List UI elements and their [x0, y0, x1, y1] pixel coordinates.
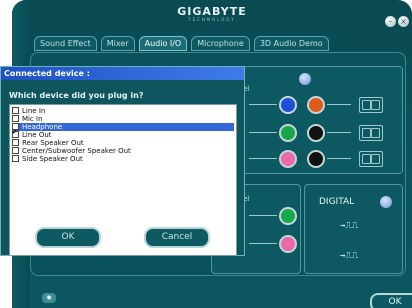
tab-sound-effect[interactable]: Sound Effect — [34, 36, 97, 51]
list-item-center-subwoofer-out[interactable]: Center/Subwoofer Speaker Out — [12, 146, 234, 155]
checkbox[interactable] — [12, 138, 19, 146]
ok-button[interactable]: OK — [370, 293, 412, 308]
jack-blue-icon[interactable] — [279, 96, 297, 114]
dialog-cancel-button[interactable]: Cancel — [144, 227, 210, 248]
item-label: Line Out — [22, 131, 52, 139]
dialog-ok-button[interactable]: OK — [35, 227, 101, 248]
digital-optical-icon: →⎍⎍ — [340, 251, 359, 261]
tab-audio-io[interactable]: Audio I/O — [138, 36, 188, 51]
jack-green-icon[interactable] — [279, 124, 297, 142]
list-item-rear-speaker-out[interactable]: Rear Speaker Out — [12, 138, 234, 147]
list-item-headphone[interactable]: Headphone — [12, 122, 234, 131]
speaker-icon — [359, 151, 383, 167]
connector-line — [249, 104, 277, 105]
item-label: Headphone — [22, 123, 63, 131]
info-icon[interactable] — [299, 73, 311, 85]
tab-bar: Sound Effect Mixer Audio I/O Microphone … — [34, 36, 333, 51]
jack-green-front-icon[interactable] — [279, 207, 297, 225]
checkbox[interactable] — [12, 106, 19, 114]
item-label: Side Speaker Out — [22, 155, 83, 163]
checkbox[interactable] — [12, 114, 19, 122]
connector-line — [327, 132, 351, 133]
item-label: Mic In — [22, 115, 43, 123]
tab-microphone[interactable]: Microphone — [191, 36, 250, 51]
settings-icon[interactable]: ◉ — [42, 293, 56, 303]
speaker-icon — [359, 97, 383, 113]
connector-line — [327, 158, 351, 159]
connector-line — [249, 158, 277, 159]
connector-line — [249, 132, 277, 133]
connector-line — [327, 104, 351, 105]
jack-black-icon[interactable] — [307, 124, 325, 142]
checkbox[interactable] — [12, 146, 19, 154]
dialog-question: Which device did you plug in? — [9, 91, 144, 100]
list-item-side-speaker-out[interactable]: Side Speaker Out — [12, 154, 234, 163]
jack-pink-front-icon[interactable] — [279, 235, 297, 253]
jack-pink-icon[interactable] — [279, 150, 297, 168]
brand-logo: GIGABYTE TECHNOLOGY — [12, 5, 412, 22]
speaker-icon — [359, 125, 383, 141]
tab-mixer[interactable]: Mixer — [100, 36, 135, 51]
list-item-mic-in[interactable]: Mic In — [12, 114, 234, 123]
connected-device-dialog: Connected device : Which device did you … — [0, 66, 245, 256]
digital-info-icon[interactable] — [380, 196, 392, 208]
item-label: Line In — [22, 107, 46, 115]
connector-line — [249, 215, 277, 216]
digital-label: DIGITAL — [319, 197, 355, 207]
minimize-icon[interactable]: – — [385, 16, 396, 27]
connector-line — [249, 243, 277, 244]
digital-coax-icon: →⎍⎍ — [340, 221, 359, 231]
tab-3d-audio-demo[interactable]: 3D Audio Demo — [253, 36, 329, 51]
checkbox[interactable] — [12, 154, 19, 162]
item-label: Center/Subwoofer Speaker Out — [22, 147, 131, 155]
jack-black-icon[interactable] — [307, 150, 325, 168]
brand-sub: TECHNOLOGY — [188, 17, 236, 22]
list-item-line-out[interactable]: Line Out — [12, 129, 234, 139]
close-icon[interactable]: × — [398, 16, 409, 27]
item-label: Rear Speaker Out — [22, 139, 84, 147]
jack-orange-icon[interactable] — [307, 96, 325, 114]
checkbox-checked[interactable] — [12, 129, 19, 138]
dialog-title: Connected device : — [1, 67, 244, 80]
list-item-line-in[interactable]: Line In — [12, 106, 234, 115]
